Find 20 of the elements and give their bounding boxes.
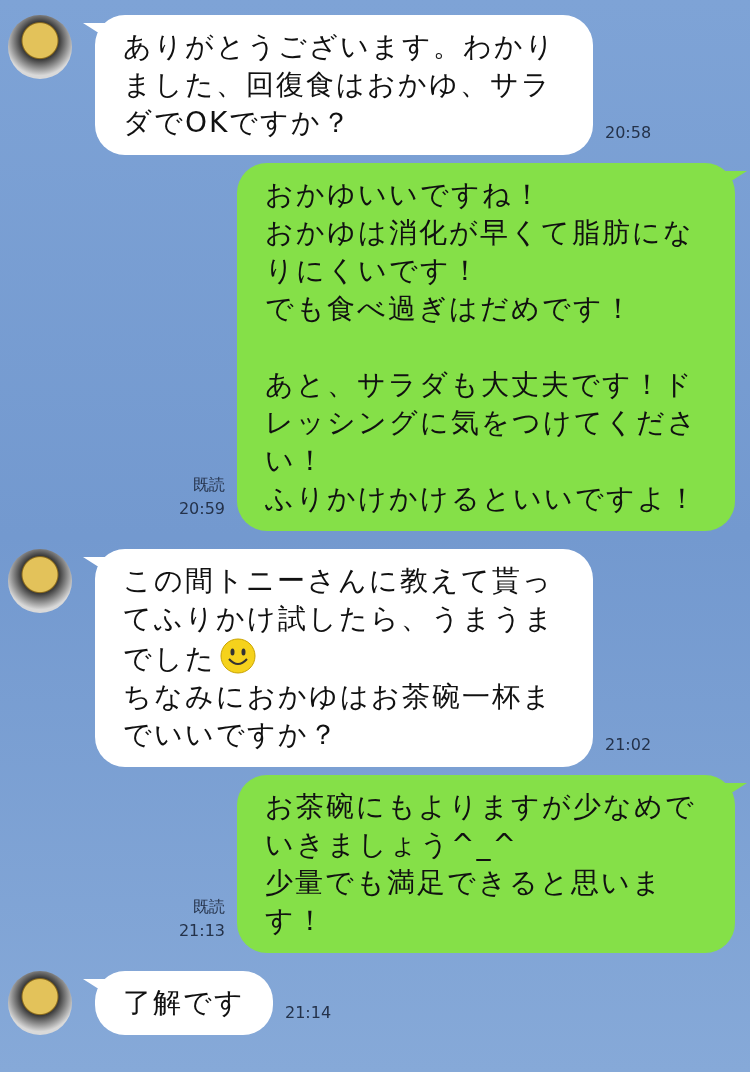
message-text: でも食べ過ぎはだめです！ xyxy=(265,292,634,325)
message-time: 20:58 xyxy=(605,122,652,144)
message-text: ちなみにおかゆはお茶碗一杯までいいですか？ xyxy=(123,680,553,751)
message-text: あと、サラダも大丈夫です！ドレッシングに気をつけてください！ xyxy=(265,368,698,477)
read-receipt: 既読 xyxy=(193,474,225,496)
message-time: 20:59 xyxy=(178,498,225,520)
smiley-icon xyxy=(220,638,256,674)
message-text: ふりかけかけるといいですよ！ xyxy=(265,482,698,515)
message-text: お茶碗にもよりますが少なめでいきましょう^_^ xyxy=(265,790,696,861)
message-text: おかゆいいですね！ xyxy=(265,178,543,211)
message-text: 了解です xyxy=(123,986,245,1019)
message-time: 21:13 xyxy=(178,920,225,942)
message-text: ありがとうございます。わかりました、回復食はおかゆ、サラダでOKですか？ xyxy=(123,30,556,139)
message-text: この間トニーさんに教えて貰ってふりかけ試したら、うまうま xyxy=(123,564,555,635)
message-text: 少量でも満足できると思います！ xyxy=(265,866,663,937)
message-text: おかゆは消化が早くて脂肪になりにくいです！ xyxy=(265,216,694,287)
message-text: でした xyxy=(123,642,216,675)
message-time: 21:02 xyxy=(605,734,652,756)
message-time: 21:14 xyxy=(285,1002,332,1024)
read-receipt: 既読 xyxy=(193,896,225,918)
